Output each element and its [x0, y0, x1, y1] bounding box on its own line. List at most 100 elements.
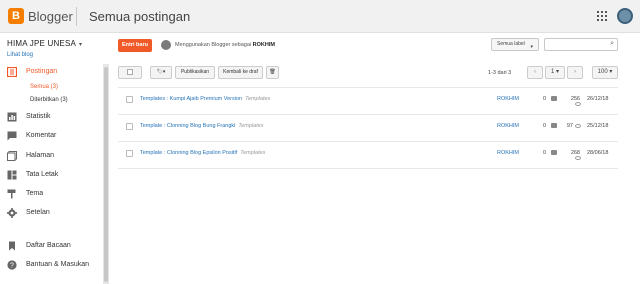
comment-icon	[551, 123, 557, 128]
sidebar-item-settings[interactable]: Setelan	[7, 207, 99, 221]
sidebar-item-help[interactable]: ? Bantuan & Masukan	[7, 259, 99, 273]
row-checkbox[interactable]	[126, 123, 133, 130]
publish-button[interactable]: Publikasikan	[175, 66, 215, 79]
eye-icon	[575, 124, 581, 128]
header-divider	[76, 7, 77, 26]
row-divider	[118, 114, 618, 115]
author-prefix: Menggunakan Blogger sebagai	[175, 42, 252, 48]
revert-to-draft-button[interactable]: Kembali ke draf	[218, 66, 263, 79]
blog-selector[interactable]: HIMA JPE UNESA ▾	[7, 39, 82, 48]
help-icon: ?	[7, 260, 17, 270]
sidebar-item-pages[interactable]: Halaman	[7, 150, 99, 164]
row-checkbox[interactable]	[126, 96, 133, 103]
delete-button[interactable]: 🗑	[266, 66, 279, 79]
sidebar-item-label: Daftar Bacaan	[26, 242, 71, 249]
theme-icon	[7, 189, 16, 199]
account-avatar[interactable]	[617, 8, 633, 24]
search-icon[interactable]: ⌕	[610, 40, 614, 48]
page-title: Semua postingan	[89, 9, 191, 24]
next-page-button[interactable]: ›	[567, 66, 583, 79]
post-title[interactable]: Templates : Kumpi Ajaib Premium Version T…	[140, 96, 270, 102]
post-label[interactable]: Templates	[238, 123, 263, 129]
post-title[interactable]: Template : Clonning Blog Bung Frangki Tem…	[140, 123, 264, 129]
post-label[interactable]: Templates	[245, 96, 270, 102]
sidebar-item-label: Tema	[26, 190, 44, 197]
page-select[interactable]: 1 ▾	[545, 66, 565, 79]
pagination-range: 1-3 dari 3	[488, 70, 512, 76]
sidebar-item-label: Postingan	[26, 68, 58, 75]
sidebar-item-label: Statistik	[26, 113, 51, 120]
page-number: 1	[550, 69, 555, 75]
sidebar-item-comments[interactable]: Komentar	[7, 130, 99, 144]
eye-icon	[575, 102, 581, 106]
view-count: 97	[566, 123, 573, 129]
top-bar: B Blogger Semua postingan	[0, 0, 640, 33]
author-info: Menggunakan Blogger sebagai ROKHIM	[175, 42, 275, 48]
pages-icon	[7, 151, 17, 161]
post-author[interactable]: ROKHIM	[497, 150, 519, 156]
view-blog-link[interactable]: Lihat blog	[7, 52, 33, 58]
author-avatar	[161, 40, 171, 50]
post-date: 26/12/18	[587, 96, 609, 102]
comment-count: 0	[543, 150, 547, 156]
post-author[interactable]: ROKHIM	[497, 123, 519, 129]
per-page-value: 100	[597, 69, 608, 75]
apps-grid-icon[interactable]	[597, 11, 607, 21]
sidebar-item-layout[interactable]: Tata Letak	[7, 169, 99, 183]
row-divider	[118, 141, 618, 142]
search-input[interactable]: ⌕	[544, 38, 618, 51]
sidebar-subitem-all[interactable]: Semua (3)	[30, 84, 58, 90]
sidebar-item-posts[interactable]: Postingan	[7, 66, 99, 80]
label-filter-select[interactable]: Semua label ▾	[491, 38, 539, 51]
blog-name: HIMA JPE UNESA	[7, 39, 77, 48]
table-row[interactable]: Template : Clonning Blog Epsilon Positif…	[118, 144, 618, 170]
sidebar-item-theme[interactable]: Tema	[7, 188, 99, 202]
comment-count: 0	[543, 123, 547, 129]
chevron-down-icon: ▾	[79, 42, 83, 48]
table-row[interactable]: Template : Clonning Blog Bung Frangki Tem…	[118, 117, 618, 143]
chevron-left-icon: ‹	[534, 69, 536, 75]
posts-icon	[7, 67, 17, 77]
blogger-logo-icon[interactable]: B	[8, 8, 24, 24]
svg-text:?: ?	[10, 263, 14, 270]
chevron-right-icon: ›	[574, 69, 576, 75]
post-author[interactable]: ROKHIM	[497, 96, 519, 102]
bookmark-icon	[9, 241, 15, 251]
row-divider	[118, 168, 618, 169]
comment-icon	[551, 150, 557, 155]
sidebar-item-label: Komentar	[26, 132, 57, 139]
author-name: ROKHIM	[252, 42, 275, 48]
comments-icon	[7, 131, 17, 141]
new-post-button[interactable]: Entri baru	[118, 39, 152, 52]
chevron-down-icon: ▾	[530, 44, 533, 50]
sidebar-subitem-published[interactable]: Diterbitkan (3)	[30, 97, 68, 103]
stats-icon	[7, 112, 17, 122]
sidebar-item-label: Bantuan & Masukan	[26, 261, 90, 268]
post-label[interactable]: Templates	[240, 150, 265, 156]
label-filter-value: Semua label	[497, 41, 525, 47]
layout-icon	[7, 170, 17, 180]
sidebar-scrollbar-thumb[interactable]	[104, 67, 108, 282]
sidebar-item-reading-list[interactable]: Daftar Bacaan	[7, 240, 99, 254]
sidebar-item-label: Halaman	[26, 152, 55, 159]
per-page-select[interactable]: 100 ▾	[592, 66, 618, 79]
post-title[interactable]: Template : Clonning Blog Epsilon Positif…	[140, 150, 265, 156]
chevron-down-icon: ▾	[162, 69, 166, 75]
table-row[interactable]: Templates : Kumpi Ajaib Premium Version T…	[118, 90, 618, 116]
select-all-checkbox[interactable]	[118, 66, 142, 79]
gear-icon	[7, 208, 17, 218]
sidebar-item-label: Tata Letak	[26, 171, 59, 178]
sidebar-item-label: Setelan	[26, 209, 50, 216]
comment-icon	[551, 96, 557, 101]
row-divider	[118, 87, 618, 88]
comment-count: 0	[543, 96, 547, 102]
label-menu-button[interactable]: 🏷▾	[150, 66, 172, 79]
eye-icon	[575, 156, 581, 160]
brand-name[interactable]: Blogger	[28, 9, 73, 24]
post-date: 28/06/18	[587, 150, 609, 156]
row-checkbox[interactable]	[126, 150, 133, 157]
prev-page-button[interactable]: ‹	[527, 66, 543, 79]
sidebar-item-stats[interactable]: Statistik	[7, 111, 99, 125]
post-date: 25/12/18	[587, 123, 609, 129]
trash-icon: 🗑	[269, 69, 276, 75]
